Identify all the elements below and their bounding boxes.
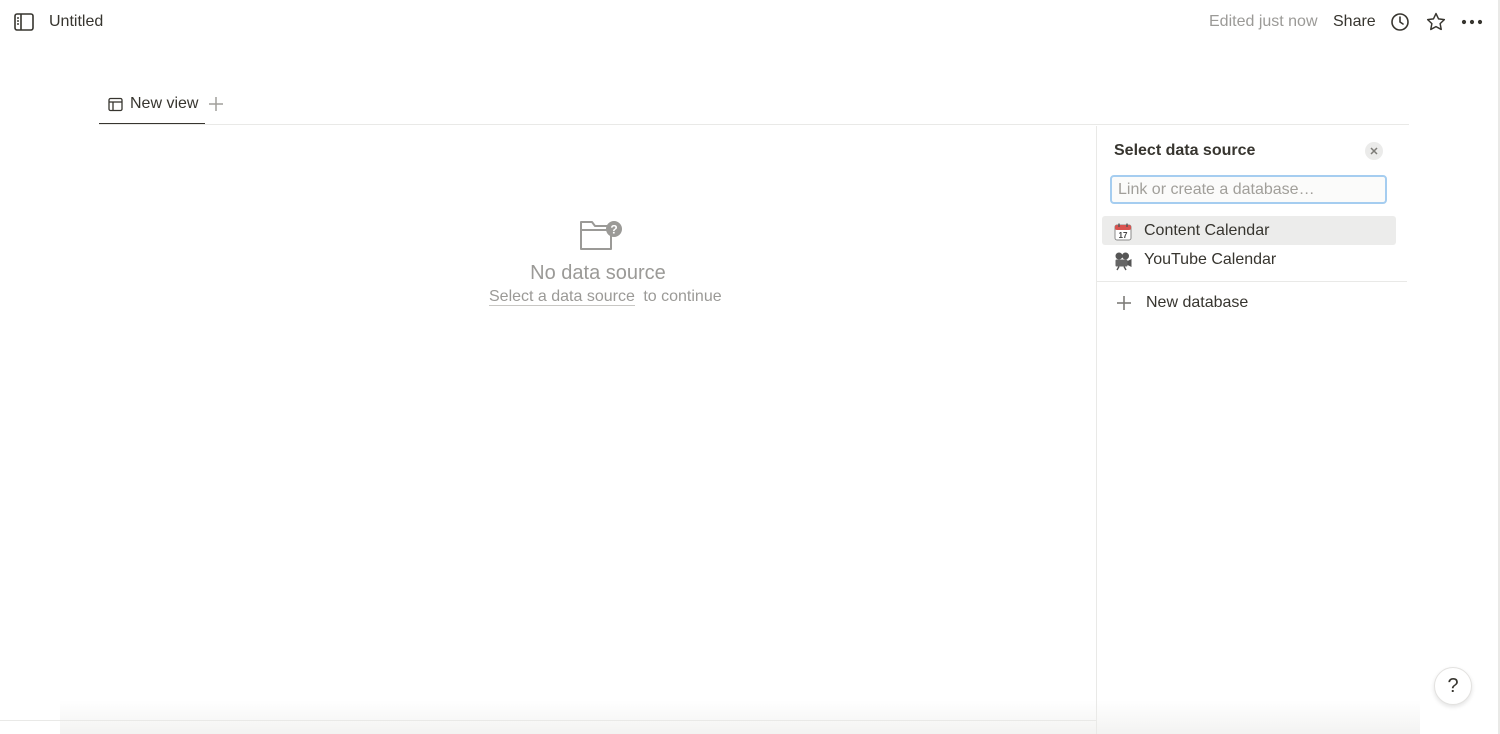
database-item-youtube-calendar[interactable]: YouTube Calendar xyxy=(1102,245,1396,274)
tab-new-view[interactable]: New view xyxy=(99,84,205,125)
share-button[interactable]: Share xyxy=(1333,13,1376,31)
movie-camera-icon xyxy=(1113,251,1133,271)
database-item-label: Content Calendar xyxy=(1144,222,1270,239)
top-bar: Untitled Edited just now Share xyxy=(0,0,1500,44)
edited-status: Edited just now xyxy=(1209,13,1318,30)
svg-text:17: 17 xyxy=(1119,231,1128,240)
folder-question-icon: ? xyxy=(579,218,623,257)
calendar-icon: 17 xyxy=(1113,222,1133,242)
database-search-input[interactable] xyxy=(1110,175,1387,204)
star-icon[interactable] xyxy=(1425,11,1447,33)
database-item-label: YouTube Calendar xyxy=(1144,251,1277,268)
select-data-source-link[interactable]: Select a data source xyxy=(489,288,635,306)
panel-title: Select data source xyxy=(1114,142,1256,159)
bottom-divider xyxy=(0,720,1096,721)
app-window: Untitled Edited just now Share New view … xyxy=(0,0,1500,734)
database-item-content-calendar[interactable]: 17 Content Calendar xyxy=(1102,216,1396,245)
page-title[interactable]: Untitled xyxy=(49,13,103,31)
svg-text:?: ? xyxy=(610,223,617,237)
close-icon[interactable] xyxy=(1365,142,1383,160)
table-icon xyxy=(108,97,123,117)
help-button[interactable]: ? xyxy=(1434,667,1472,705)
panel-divider xyxy=(1097,281,1407,282)
new-database-label: New database xyxy=(1146,294,1249,311)
sidebar-toggle-icon[interactable] xyxy=(12,10,36,34)
plus-icon xyxy=(1116,295,1132,316)
tab-divider xyxy=(99,124,1409,125)
bottom-fade xyxy=(60,700,1420,734)
new-database-button[interactable]: New database xyxy=(1102,288,1396,318)
select-data-source-panel: Select data source 17 Content Calendar xyxy=(1096,126,1407,734)
empty-state-title: No data source xyxy=(530,262,666,284)
more-options-icon[interactable] xyxy=(1461,11,1483,33)
add-view-icon[interactable] xyxy=(207,95,225,113)
tab-label: New view xyxy=(130,95,199,112)
empty-state-subtitle: Select a data source to continue xyxy=(489,288,722,306)
history-icon[interactable] xyxy=(1389,11,1411,33)
empty-state-suffix: to continue xyxy=(643,288,722,305)
